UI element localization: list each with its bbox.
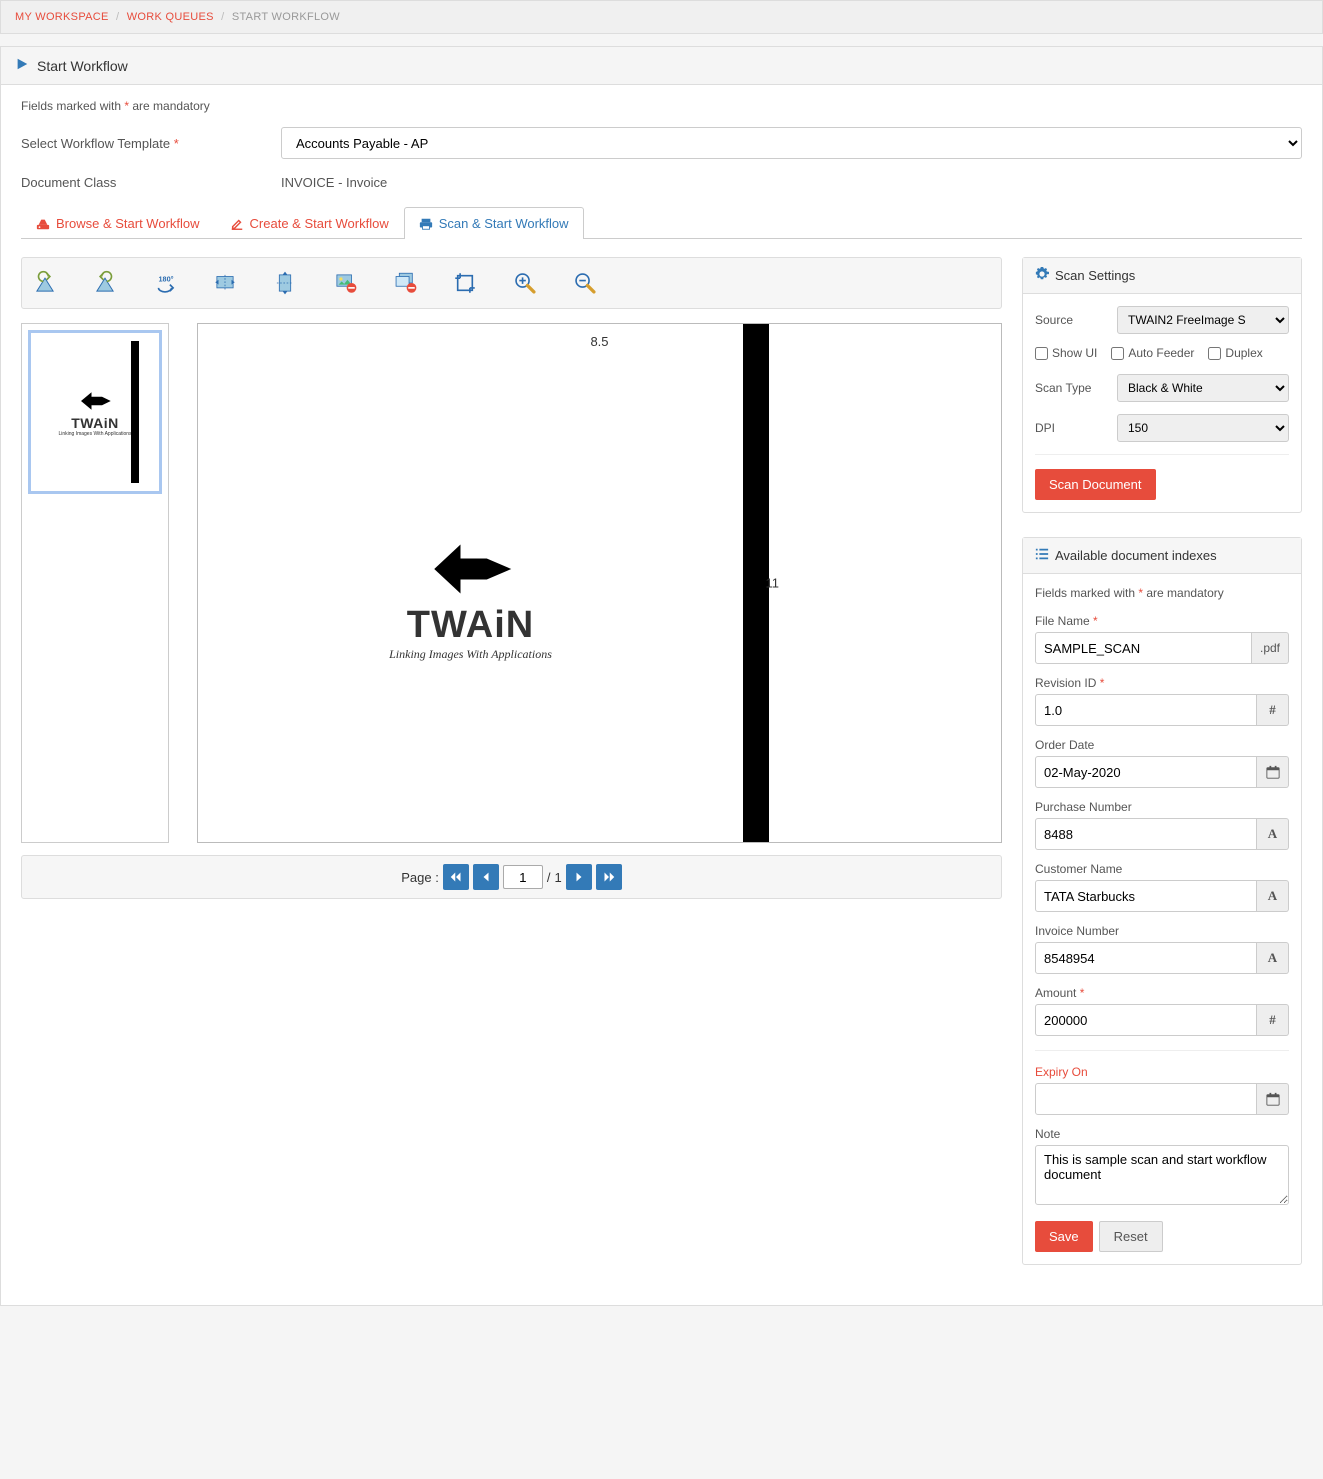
tab-browse[interactable]: Browse & Start Workflow bbox=[21, 207, 215, 239]
customer-input[interactable] bbox=[1035, 880, 1257, 912]
amount-input[interactable] bbox=[1035, 1004, 1257, 1036]
ruler-height: 11 bbox=[766, 576, 780, 591]
customer-label: Customer Name bbox=[1035, 862, 1289, 876]
scantype-select[interactable]: Black & White bbox=[1117, 374, 1289, 402]
hdd-icon bbox=[36, 217, 50, 231]
calendar-icon[interactable] bbox=[1257, 756, 1289, 788]
note-input[interactable] bbox=[1035, 1145, 1289, 1205]
orderdate-input[interactable] bbox=[1035, 756, 1257, 788]
show-ui-checkbox[interactable]: Show UI bbox=[1035, 346, 1097, 360]
rotate-right-icon[interactable] bbox=[92, 270, 118, 296]
flip-icon[interactable] bbox=[272, 270, 298, 296]
mandatory-hint: Fields marked with * are mandatory bbox=[21, 99, 1302, 113]
page-title: Start Workflow bbox=[37, 58, 128, 74]
crumb-workspace[interactable]: MY WORKSPACE bbox=[15, 11, 109, 23]
source-select[interactable]: TWAIN2 FreeImage S bbox=[1117, 306, 1289, 334]
ruler-width: 8.5 bbox=[198, 334, 1001, 349]
revision-label: Revision ID * bbox=[1035, 676, 1289, 690]
text-icon: A bbox=[1257, 880, 1289, 912]
print-icon bbox=[419, 217, 433, 231]
indexes-hint: Fields marked with * are mandatory bbox=[1035, 586, 1289, 600]
expiry-input[interactable] bbox=[1035, 1083, 1257, 1115]
note-label: Note bbox=[1035, 1127, 1289, 1141]
reset-button[interactable]: Reset bbox=[1099, 1221, 1163, 1252]
edit-icon bbox=[230, 217, 244, 231]
remove-selected-icon[interactable] bbox=[332, 270, 358, 296]
filename-label: File Name * bbox=[1035, 614, 1289, 628]
zoom-in-icon[interactable] bbox=[512, 270, 538, 296]
calendar-icon[interactable] bbox=[1257, 1083, 1289, 1115]
pager-last-button[interactable] bbox=[596, 864, 622, 890]
pon-input[interactable] bbox=[1035, 818, 1257, 850]
pager: Page : / 1 bbox=[21, 855, 1002, 899]
gear-icon bbox=[1035, 267, 1049, 284]
zoom-out-icon[interactable] bbox=[572, 270, 598, 296]
remove-all-icon[interactable] bbox=[392, 270, 418, 296]
duplex-checkbox[interactable]: Duplex bbox=[1208, 346, 1262, 360]
thumbnail-panel: TWAiN Linking Images With Applications bbox=[21, 323, 169, 843]
amount-label: Amount * bbox=[1035, 986, 1289, 1000]
crumb-sep: / bbox=[221, 11, 224, 23]
pager-label: Page : bbox=[401, 870, 439, 885]
crumb-sep: / bbox=[116, 11, 119, 23]
dpi-label: DPI bbox=[1035, 421, 1107, 435]
indexes-panel: Available document indexes Fields marked… bbox=[1022, 537, 1302, 1265]
source-label: Source bbox=[1035, 313, 1107, 327]
scan-toolbar: 180° bbox=[21, 257, 1002, 309]
tab-scan[interactable]: Scan & Start Workflow bbox=[404, 207, 584, 239]
crumb-workqueues[interactable]: WORK QUEUES bbox=[127, 11, 214, 23]
hash-icon: # bbox=[1257, 694, 1289, 726]
play-icon bbox=[15, 57, 29, 74]
scan-settings-panel: Scan Settings Source TWAIN2 FreeImage S … bbox=[1022, 257, 1302, 513]
preview-canvas[interactable]: 8.5 11 TWAiN Linking Images With Applica… bbox=[197, 323, 1002, 843]
class-label: Document Class bbox=[21, 175, 261, 190]
auto-feeder-checkbox[interactable]: Auto Feeder bbox=[1111, 346, 1194, 360]
scantype-label: Scan Type bbox=[1035, 381, 1107, 395]
crop-icon[interactable] bbox=[452, 270, 478, 296]
twain-logo-icon bbox=[77, 387, 113, 415]
dpi-select[interactable]: 150 bbox=[1117, 414, 1289, 442]
invoice-label: Invoice Number bbox=[1035, 924, 1289, 938]
scan-settings-title: Scan Settings bbox=[1055, 268, 1135, 283]
hash-icon: # bbox=[1257, 1004, 1289, 1036]
tabs: Browse & Start Workflow Create & Start W… bbox=[21, 206, 1302, 239]
filename-ext: .pdf bbox=[1252, 632, 1289, 664]
class-value: INVOICE - Invoice bbox=[281, 175, 1302, 190]
invoice-input[interactable] bbox=[1035, 942, 1257, 974]
pager-sep: / bbox=[547, 870, 551, 885]
tab-create[interactable]: Create & Start Workflow bbox=[215, 207, 404, 239]
scan-document-button[interactable]: Scan Document bbox=[1035, 469, 1156, 500]
thumbnail-item[interactable]: TWAiN Linking Images With Applications bbox=[28, 330, 162, 494]
pager-current-input[interactable] bbox=[503, 865, 543, 889]
rotate-left-icon[interactable] bbox=[32, 270, 58, 296]
pager-total: 1 bbox=[554, 870, 561, 885]
page-header: Start Workflow bbox=[0, 46, 1323, 85]
template-label: Select Workflow Template * bbox=[21, 136, 261, 151]
rotate-180-icon[interactable]: 180° bbox=[152, 270, 178, 296]
text-icon: A bbox=[1257, 942, 1289, 974]
pager-prev-button[interactable] bbox=[473, 864, 499, 890]
pon-label: Purchase Number bbox=[1035, 800, 1289, 814]
indexes-title: Available document indexes bbox=[1055, 548, 1217, 563]
pager-next-button[interactable] bbox=[566, 864, 592, 890]
pager-first-button[interactable] bbox=[443, 864, 469, 890]
text-icon: A bbox=[1257, 818, 1289, 850]
template-select[interactable]: Accounts Payable - AP bbox=[281, 127, 1302, 159]
crumb-current: START WORKFLOW bbox=[232, 11, 340, 23]
save-button[interactable]: Save bbox=[1035, 1221, 1093, 1252]
filename-input[interactable] bbox=[1035, 632, 1252, 664]
svg-text:180°: 180° bbox=[159, 274, 174, 283]
mirror-icon[interactable] bbox=[212, 270, 238, 296]
orderdate-label: Order Date bbox=[1035, 738, 1289, 752]
expiry-label: Expiry On bbox=[1035, 1065, 1289, 1079]
revision-input[interactable] bbox=[1035, 694, 1257, 726]
twain-logo-icon bbox=[426, 534, 516, 604]
list-icon bbox=[1035, 547, 1049, 564]
breadcrumb: MY WORKSPACE / WORK QUEUES / START WORKF… bbox=[0, 0, 1323, 34]
